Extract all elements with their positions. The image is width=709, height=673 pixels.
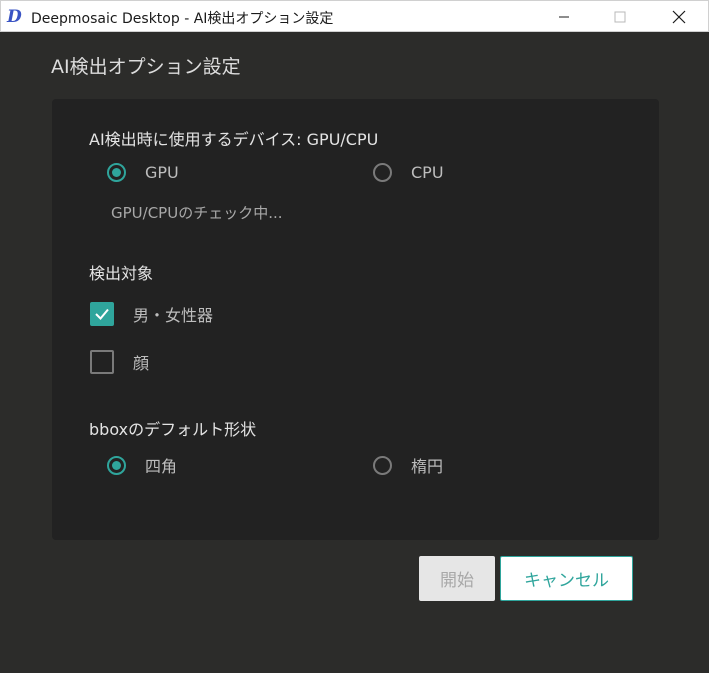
radio-gpu-label: GPU <box>145 163 179 182</box>
maximize-icon <box>614 11 626 22</box>
close-icon <box>672 10 686 23</box>
radio-indicator-checked <box>107 455 126 475</box>
dialog-window: AI検出オプション設定 AI検出時に使用するデバイス: GPU/CPU GPU … <box>0 32 709 673</box>
minimize-icon <box>559 16 569 17</box>
minimize-button[interactable] <box>541 1 587 32</box>
radio-cpu-label: CPU <box>411 163 444 182</box>
options-panel: AI検出時に使用するデバイス: GPU/CPU GPU CPU GPU/CPUの… <box>52 99 659 540</box>
radio-cpu[interactable]: CPU <box>373 163 444 182</box>
bbox-section-title: bboxのデフォルト形状 <box>89 420 257 439</box>
checkbox-face-label: 顔 <box>133 354 150 373</box>
checkbox-indicator-checked <box>90 302 114 326</box>
device-check-status: GPU/CPUのチェック中... <box>111 204 283 222</box>
cancel-button[interactable]: キャンセル <box>500 556 633 601</box>
radio-ellipse-label: 楕円 <box>411 457 444 476</box>
checkbox-genitals[interactable]: 男・女性器 <box>90 302 213 326</box>
checkbox-indicator <box>90 350 114 374</box>
checkmark-icon <box>95 308 109 320</box>
window-titlebar: D Deepmosaic Desktop - AI検出オプション設定 <box>0 0 709 32</box>
checkbox-face[interactable]: 顔 <box>90 350 149 374</box>
radio-indicator-checked <box>107 163 126 182</box>
close-button[interactable] <box>656 1 702 32</box>
window-title: Deepmosaic Desktop - AI検出オプション設定 <box>31 11 334 27</box>
app-logo-icon: D <box>7 7 22 27</box>
radio-gpu[interactable]: GPU <box>107 163 179 182</box>
radio-rectangle-label: 四角 <box>145 457 178 476</box>
radio-rectangle[interactable]: 四角 <box>107 453 177 477</box>
device-section-title: AI検出時に使用するデバイス: GPU/CPU <box>89 130 379 149</box>
dialog-heading: AI検出オプション設定 <box>51 56 241 78</box>
checkbox-genitals-label: 男・女性器 <box>133 306 214 325</box>
radio-indicator <box>373 163 392 182</box>
radio-ellipse[interactable]: 楕円 <box>373 453 443 477</box>
maximize-button[interactable] <box>597 1 643 32</box>
radio-indicator <box>373 455 392 475</box>
start-button[interactable]: 開始 <box>419 556 495 601</box>
target-section-title: 検出対象 <box>89 264 154 283</box>
